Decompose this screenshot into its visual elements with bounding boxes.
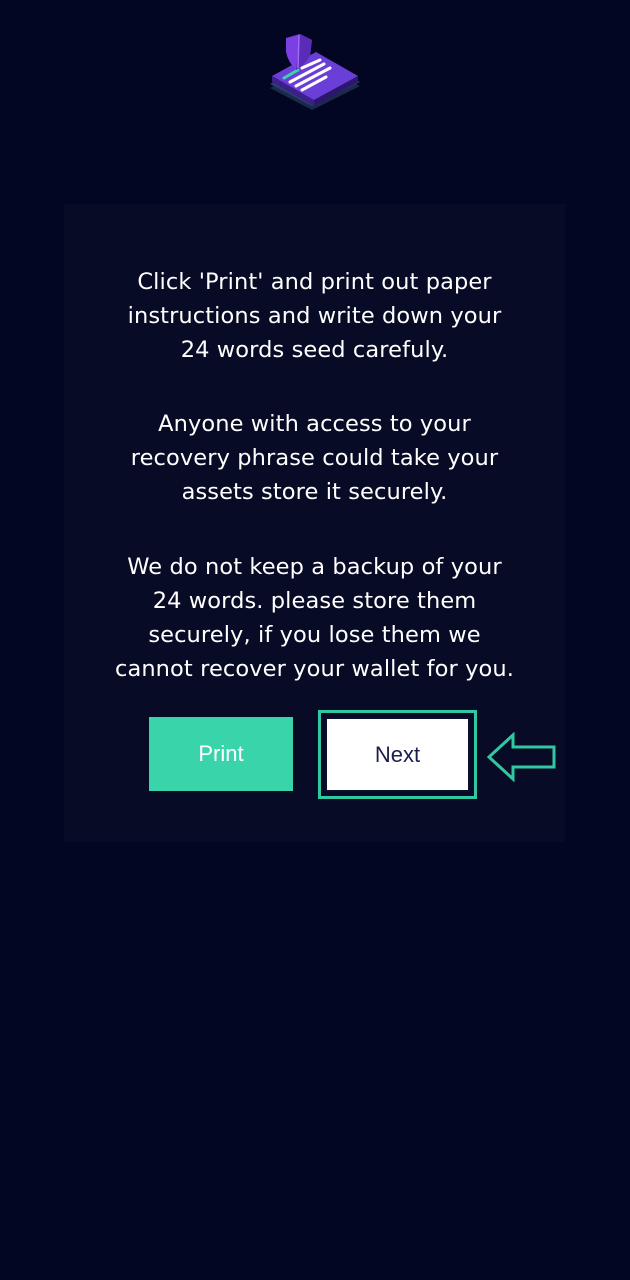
left-arrow-outline-icon [486,732,556,782]
instruction-paragraph-warning: Anyone with access to your recovery phra… [130,411,499,505]
print-button[interactable]: Print [149,717,293,791]
instruction-paragraph-backup: We do not keep a backup of your 24 words… [114,554,515,682]
next-button-highlight: Next [318,710,477,799]
next-button[interactable]: Next [325,717,470,792]
shielded-document-logo-icon [270,34,360,110]
instruction-paragraph-print: Click 'Print' and print out paper instru… [127,269,502,363]
